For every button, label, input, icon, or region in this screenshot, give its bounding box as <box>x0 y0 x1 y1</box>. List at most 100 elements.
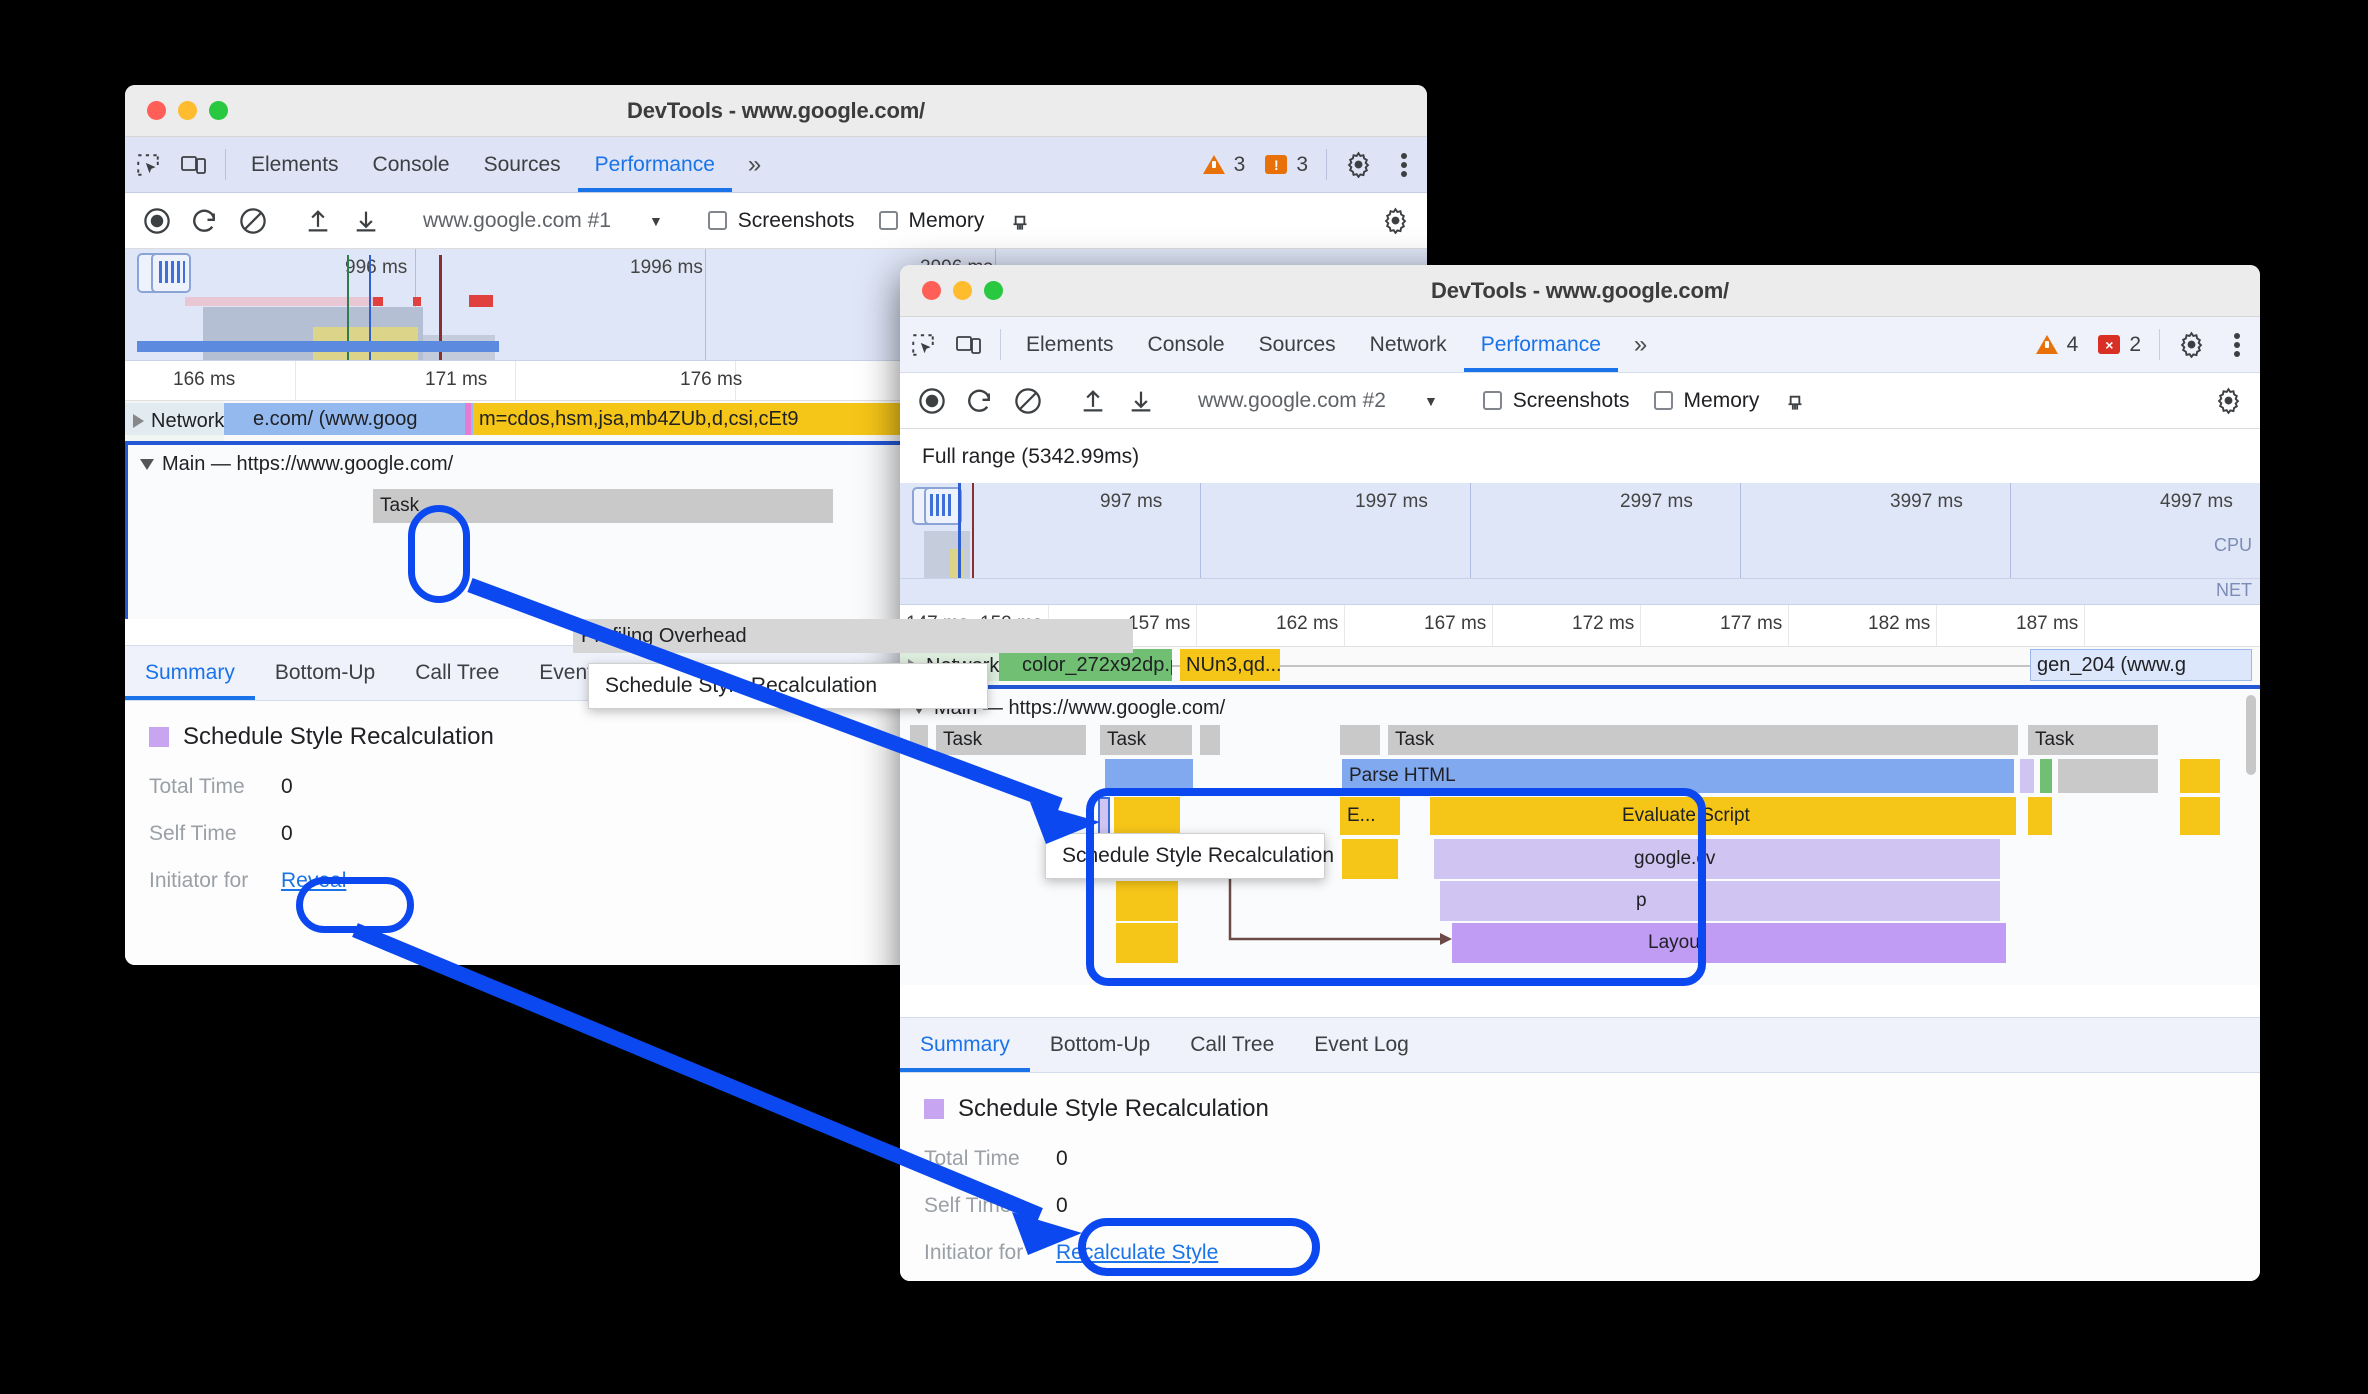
screenshots-checkbox[interactable]: Screenshots <box>698 209 865 233</box>
tab-elements[interactable]: Elements <box>234 137 356 192</box>
memory-checkbox[interactable]: Memory <box>1644 389 1770 413</box>
inspect-element-icon[interactable] <box>900 317 946 372</box>
front-performance-toolbar[interactable]: www.google.com #2 ▼ Screenshots Memory <box>900 373 2260 429</box>
tab-console[interactable]: Console <box>356 137 467 192</box>
overview-tick: 1997 ms <box>1355 491 1428 512</box>
summary-key: Initiator for <box>149 869 249 892</box>
tab-label: Console <box>372 152 450 176</box>
more-options-icon[interactable] <box>1381 137 1427 192</box>
bottom-tab-label: Event Log <box>1314 1033 1409 1056</box>
bottom-tab-label: Summary <box>145 661 235 684</box>
collect-garbage-icon[interactable] <box>998 199 1042 243</box>
network-request-bar-2[interactable]: NUn3,qd... <box>1180 649 1280 681</box>
back-window-titlebar: DevTools - www.google.com/ <box>125 85 1427 137</box>
expand-triangle-icon[interactable] <box>133 414 144 428</box>
bottom-tab-summary[interactable]: Summary <box>900 1018 1030 1072</box>
network-request-bar-3[interactable]: gen_204 (www.g <box>2030 649 2252 681</box>
bottom-tab-event-log[interactable]: Event Log <box>1294 1018 1429 1072</box>
warning-counter[interactable]: 3 <box>1193 137 1256 192</box>
bottom-tab-bottom-up[interactable]: Bottom-Up <box>255 646 395 700</box>
bottom-tab-label: Call Tree <box>415 661 500 684</box>
back-performance-toolbar[interactable]: www.google.com #1 ▼ Screenshots Memory <box>125 193 1427 249</box>
tab-performance[interactable]: Performance <box>1463 317 1619 372</box>
download-icon[interactable] <box>1119 379 1163 423</box>
download-icon[interactable] <box>344 199 388 243</box>
collapse-triangle-icon[interactable] <box>140 459 154 470</box>
bottom-tab-label: Summary <box>920 1033 1010 1056</box>
cpu-axis-label: CPU <box>2213 535 2252 555</box>
reload-and-record-icon[interactable] <box>958 379 1002 423</box>
gear-icon[interactable] <box>2168 317 2214 372</box>
summary-key: Self Time <box>149 822 237 845</box>
back-window-title: DevTools - www.google.com/ <box>627 97 925 123</box>
network-track-header[interactable]: Network <box>125 401 225 441</box>
device-toolbar-icon[interactable] <box>171 137 217 192</box>
bottom-tab-label: Bottom-Up <box>274 661 376 684</box>
collect-garbage-icon[interactable] <box>1773 379 1817 423</box>
checkbox-box[interactable] <box>1482 391 1502 410</box>
capture-settings-gear-icon[interactable] <box>1373 199 1417 243</box>
more-tabs-icon[interactable]: » <box>1618 317 1663 372</box>
flame-scrollbar[interactable] <box>2246 695 2256 775</box>
error-counter[interactable]: × 2 <box>2088 317 2151 372</box>
overview-marker-blue <box>958 483 961 578</box>
overview-network-band-3 <box>413 297 421 306</box>
back-tab-strip[interactable]: Elements Console Sources Performance » 3… <box>125 137 1427 193</box>
profile-selector[interactable]: www.google.com #2 ▼ <box>1184 389 1452 413</box>
device-toolbar-icon[interactable] <box>946 317 992 372</box>
front-overview-strip[interactable]: 997 ms 1997 ms 2997 ms 3997 ms 4997 ms C… <box>900 483 2260 579</box>
clear-icon[interactable] <box>1006 379 1050 423</box>
clear-icon[interactable] <box>231 199 275 243</box>
detail-tick: 187 ms <box>2016 613 2079 634</box>
tab-elements[interactable]: Elements <box>1009 317 1131 372</box>
screenshots-checkbox[interactable]: Screenshots <box>1473 389 1640 413</box>
gear-icon[interactable] <box>1335 137 1381 192</box>
checkbox-box[interactable] <box>707 211 727 230</box>
tab-label: Performance <box>1480 332 1601 356</box>
tabstrip-spacer <box>1663 317 2025 372</box>
bottom-tab-summary[interactable]: Summary <box>125 646 255 700</box>
checkbox-box[interactable] <box>878 211 898 230</box>
front-full-range-label: Full range (5342.99ms) <box>900 429 2260 483</box>
inspect-element-icon[interactable] <box>125 137 171 192</box>
more-options-icon[interactable] <box>2214 317 2260 372</box>
issue-counter[interactable]: ! 3 <box>1255 137 1318 192</box>
overview-cpu-peak <box>950 549 964 578</box>
tab-sources[interactable]: Sources <box>1242 317 1353 372</box>
more-tabs-icon[interactable]: » <box>732 137 777 192</box>
tab-console[interactable]: Console <box>1131 317 1242 372</box>
profile-selector[interactable]: www.google.com #1 ▼ <box>409 209 677 233</box>
bottom-tab-bottom-up[interactable]: Bottom-Up <box>1030 1018 1170 1072</box>
overview-network-band-2 <box>373 297 383 306</box>
memory-checkbox[interactable]: Memory <box>869 209 995 233</box>
tab-performance[interactable]: Performance <box>577 137 733 192</box>
network-request-label: color_272x92dp.png (w... <box>1022 653 1172 676</box>
upload-icon[interactable] <box>1071 379 1115 423</box>
bottom-tab-call-tree[interactable]: Call Tree <box>1170 1018 1294 1072</box>
upload-icon[interactable] <box>296 199 340 243</box>
checkbox-box[interactable] <box>1653 391 1673 410</box>
capture-settings-gear-icon[interactable] <box>2206 379 2250 423</box>
front-window-title: DevTools - www.google.com/ <box>1431 277 1729 303</box>
record-icon[interactable] <box>910 379 954 423</box>
front-tab-strip[interactable]: Elements Console Sources Network Perform… <box>900 317 2260 373</box>
profile-name: www.google.com #1 <box>423 208 611 232</box>
overview-network-band-4 <box>469 295 493 307</box>
flame-profiling-overhead-bar[interactable]: Profiling Overhead <box>573 619 1133 653</box>
network-request-label: e.com/ (www.goog <box>253 407 418 430</box>
tab-label: Sources <box>1258 332 1336 356</box>
overview-tick: 2997 ms <box>1620 491 1693 512</box>
overview-selection-bar[interactable] <box>137 341 499 352</box>
warning-counter[interactable]: 4 <box>2026 317 2089 372</box>
tab-label: Console <box>1147 332 1225 356</box>
reload-and-record-icon[interactable] <box>183 199 227 243</box>
front-devtools-window[interactable]: DevTools - www.google.com/ Elements Cons… <box>900 265 2260 1281</box>
overview-tick: 997 ms <box>1100 491 1163 512</box>
front-detail-tabs[interactable]: Summary Bottom-Up Call Tree Event Log <box>900 1017 2260 1073</box>
tab-network[interactable]: Network <box>1353 317 1464 372</box>
record-icon[interactable] <box>135 199 179 243</box>
tab-sources[interactable]: Sources <box>467 137 578 192</box>
summary-row-self-time: Self Time 0 <box>924 1194 2236 1218</box>
highlight-back-selected-event <box>408 505 470 603</box>
bottom-tab-call-tree[interactable]: Call Tree <box>395 646 519 700</box>
